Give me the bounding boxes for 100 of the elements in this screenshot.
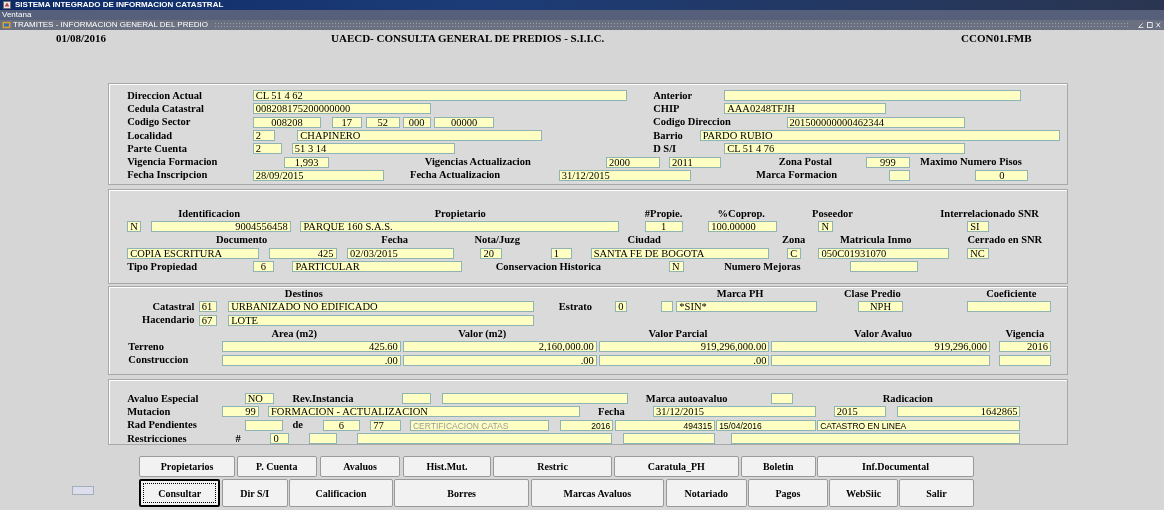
text-field[interactable]: 494315 bbox=[615, 419, 715, 431]
text-field[interactable]: 2016 bbox=[999, 341, 1052, 353]
text-field[interactable] bbox=[849, 261, 919, 273]
text-field[interactable]: 99 bbox=[222, 406, 259, 418]
form-button[interactable]: Propietarios bbox=[139, 456, 236, 477]
text-field[interactable]: 999 bbox=[865, 156, 911, 168]
text-field[interactable]: 6 bbox=[252, 261, 275, 273]
text-field[interactable]: 1 bbox=[644, 221, 683, 233]
text-field[interactable]: 201500000000462344 bbox=[786, 116, 966, 128]
form-button[interactable]: Salir bbox=[899, 479, 974, 507]
text-field[interactable]: N bbox=[818, 221, 833, 233]
text-field[interactable]: CATASTRO EN LINEA bbox=[817, 419, 1021, 431]
text-field[interactable]: *SIN* bbox=[676, 301, 818, 313]
text-field[interactable]: 20 bbox=[480, 248, 502, 260]
text-field[interactable]: 15/04/2016 bbox=[716, 419, 816, 431]
text-field[interactable]: 008208175200000000 bbox=[252, 103, 432, 115]
text-field[interactable]: URBANIZADO NO EDIFICADO bbox=[228, 301, 534, 313]
text-field[interactable]: PARDO RUBIO bbox=[699, 130, 1061, 142]
text-field[interactable]: 51 3 14 bbox=[291, 143, 455, 155]
text-field[interactable]: 28/09/2015 bbox=[252, 169, 385, 181]
menu-item[interactable]: Ventana bbox=[2, 10, 32, 20]
text-field[interactable]: 1,993 bbox=[283, 156, 330, 168]
text-field[interactable]: 02/03/2015 bbox=[346, 248, 455, 260]
form-button[interactable]: Pagos bbox=[748, 479, 828, 507]
text-field[interactable]: 61 bbox=[198, 301, 218, 313]
text-field[interactable]: C bbox=[787, 248, 801, 260]
text-field[interactable]: 919,296,000 bbox=[771, 341, 990, 353]
text-field[interactable]: 67 bbox=[198, 314, 218, 326]
text-field[interactable]: 00000 bbox=[434, 116, 494, 128]
text-field[interactable]: CL 51 4 62 bbox=[252, 90, 628, 102]
text-field[interactable]: .00 bbox=[222, 354, 401, 366]
empty-field[interactable] bbox=[72, 486, 94, 495]
text-field[interactable]: 1 bbox=[550, 248, 573, 260]
text-field[interactable]: CHAPINERO bbox=[297, 130, 542, 142]
form-button[interactable]: Dir S/I bbox=[221, 479, 288, 507]
text-field[interactable]: NO bbox=[244, 393, 275, 405]
text-field[interactable]: SI bbox=[967, 221, 989, 233]
text-field[interactable]: 52 bbox=[365, 116, 400, 128]
form-button[interactable]: Caratula_PH bbox=[613, 456, 740, 477]
text-field[interactable]: AAA0248TFJH bbox=[724, 103, 887, 115]
text-field[interactable] bbox=[244, 419, 284, 431]
text-field[interactable]: 17 bbox=[331, 116, 362, 128]
form-button[interactable]: Borres bbox=[394, 479, 530, 507]
text-field[interactable]: 100.00000 bbox=[708, 221, 778, 233]
text-field[interactable]: PARTICULAR bbox=[292, 261, 463, 273]
text-field[interactable]: 2 bbox=[252, 143, 283, 155]
text-field[interactable] bbox=[308, 433, 337, 445]
text-field[interactable]: 6 bbox=[323, 419, 360, 431]
text-field[interactable]: 1642865 bbox=[896, 406, 1021, 418]
text-field[interactable]: 2 bbox=[252, 130, 276, 142]
text-field[interactable]: 77 bbox=[370, 419, 401, 431]
text-field[interactable]: PARQUE 160 S.A.S. bbox=[300, 221, 620, 233]
text-field[interactable] bbox=[402, 393, 432, 405]
text-field[interactable] bbox=[441, 393, 628, 405]
text-field[interactable] bbox=[771, 393, 793, 405]
text-field[interactable] bbox=[356, 433, 613, 445]
text-field[interactable]: 2000 bbox=[606, 156, 660, 168]
text-field[interactable]: 31/12/2015 bbox=[558, 169, 691, 181]
form-button[interactable]: Consultar bbox=[139, 479, 221, 507]
form-button[interactable]: Notariado bbox=[665, 479, 747, 507]
text-field[interactable]: N bbox=[669, 261, 684, 273]
text-field[interactable]: 0 bbox=[270, 433, 290, 445]
text-field[interactable]: 425.60 bbox=[222, 341, 401, 353]
text-field[interactable] bbox=[967, 301, 1052, 313]
text-field[interactable]: 2,160,000.00 bbox=[402, 341, 597, 353]
text-field[interactable]: .00 bbox=[598, 354, 770, 366]
form-button[interactable]: Marcas Avaluos bbox=[530, 479, 664, 507]
text-field[interactable] bbox=[724, 90, 1021, 102]
text-field[interactable]: 919,296,000.00 bbox=[598, 341, 770, 353]
text-field[interactable]: 050C01931070 bbox=[818, 248, 949, 260]
text-field[interactable]: 9004556458 bbox=[151, 221, 291, 233]
text-field[interactable]: 425 bbox=[269, 248, 337, 260]
text-field[interactable]: 2011 bbox=[669, 156, 722, 168]
text-field[interactable]: NC bbox=[967, 248, 989, 260]
text-field[interactable]: SANTA FE DE BOGOTA bbox=[590, 248, 770, 260]
text-field[interactable]: NPH bbox=[858, 301, 903, 313]
text-field[interactable]: N bbox=[127, 221, 141, 233]
text-field[interactable]: 000 bbox=[402, 116, 431, 128]
text-field[interactable]: 2015 bbox=[833, 406, 886, 418]
text-field[interactable] bbox=[661, 301, 674, 313]
form-button[interactable]: Restric bbox=[492, 456, 613, 477]
text-field[interactable] bbox=[623, 433, 715, 445]
text-field[interactable]: CL 51 4 76 bbox=[724, 143, 966, 155]
text-field[interactable]: 0 bbox=[975, 169, 1029, 181]
text-field[interactable] bbox=[771, 354, 990, 366]
window-controls-icon[interactable] bbox=[1136, 21, 1162, 29]
form-button[interactable]: P. Cuenta bbox=[236, 456, 317, 477]
form-button[interactable]: Inf.Documental bbox=[817, 456, 974, 477]
form-button[interactable]: Boletin bbox=[740, 456, 816, 477]
form-button[interactable]: Avaluos bbox=[319, 456, 401, 477]
text-field[interactable] bbox=[999, 354, 1052, 366]
text-field[interactable] bbox=[888, 169, 911, 181]
text-field[interactable]: 008208 bbox=[252, 116, 322, 128]
text-field[interactable] bbox=[731, 433, 1021, 445]
text-field[interactable]: 31/12/2015 bbox=[653, 406, 816, 418]
form-button[interactable]: WebSiic bbox=[829, 479, 899, 507]
text-field[interactable]: 2016 bbox=[560, 419, 614, 431]
text-field[interactable]: LOTE bbox=[228, 314, 534, 326]
text-field[interactable]: .00 bbox=[402, 354, 597, 366]
text-field[interactable]: 0 bbox=[615, 301, 628, 313]
